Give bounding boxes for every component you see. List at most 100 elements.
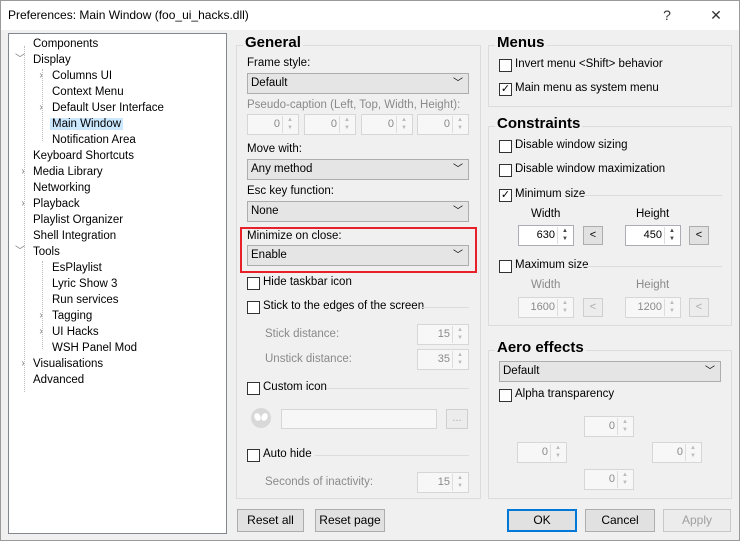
expand-icon[interactable]: › bbox=[36, 308, 46, 324]
minimum-size-checkbox[interactable]: ✓ bbox=[499, 189, 512, 202]
tree-item-context-menu[interactable]: Context Menu bbox=[52, 84, 124, 100]
tree-item-wsh-panel-mod[interactable]: WSH Panel Mod bbox=[52, 340, 137, 356]
pick-max-height-button[interactable]: < bbox=[689, 298, 709, 317]
tree-item-columns-ui[interactable]: Columns UI bbox=[52, 68, 112, 84]
pick-max-width-button[interactable]: < bbox=[583, 298, 603, 317]
spin-arrows-icon: ▲ ▼ bbox=[557, 227, 572, 244]
hide-taskbar-label: Hide taskbar icon bbox=[263, 276, 352, 288]
stick-distance-spinner[interactable]: 15 ▲ ▼ bbox=[417, 324, 469, 345]
max-width-spinner[interactable]: 1600 ▲ ▼ bbox=[518, 297, 574, 318]
spin-arrows-icon: ▲ ▼ bbox=[339, 116, 354, 133]
close-button[interactable]: ✕ bbox=[696, 3, 736, 27]
constraints-heading: Constraints bbox=[495, 115, 583, 132]
minimize-on-close-label: Minimize on close: bbox=[247, 230, 342, 242]
tree-item-display[interactable]: Display bbox=[33, 52, 71, 68]
chevron-down-icon: ﹀ bbox=[453, 164, 463, 175]
spin-arrows-icon: ▲ ▼ bbox=[617, 471, 632, 488]
expand-icon[interactable]: › bbox=[18, 164, 28, 180]
window-title: Preferences: Main Window (foo_ui_hacks.d… bbox=[8, 8, 249, 22]
cancel-button[interactable]: Cancel bbox=[585, 509, 655, 532]
custom-icon-path-field[interactable] bbox=[281, 409, 437, 429]
pseudo-left-spinner[interactable]: 0 ▲ ▼ bbox=[247, 114, 299, 135]
auto-hide-checkbox[interactable] bbox=[247, 449, 260, 462]
tree-item-lyric-show-3[interactable]: Lyric Show 3 bbox=[52, 276, 117, 292]
max-height-label: Height bbox=[636, 279, 670, 291]
spin-arrows-icon: ▲ ▼ bbox=[452, 474, 467, 491]
hide-taskbar-checkbox[interactable] bbox=[247, 277, 260, 290]
browse-icon-button[interactable]: ... bbox=[446, 409, 468, 429]
tree-item-media-library[interactable]: Media Library bbox=[33, 164, 103, 180]
pseudo-height-spinner[interactable]: 0 ▲ ▼ bbox=[417, 114, 469, 135]
tree-item-keyboard-shortcuts[interactable]: Keyboard Shortcuts bbox=[33, 148, 134, 164]
invert-menu-checkbox[interactable] bbox=[499, 59, 512, 72]
tree-item-playlist-organizer[interactable]: Playlist Organizer bbox=[33, 212, 123, 228]
min-width-spinner[interactable]: 630 ▲ ▼ bbox=[518, 225, 574, 246]
help-button[interactable]: ? bbox=[647, 3, 687, 27]
tree-item-run-services[interactable]: Run services bbox=[52, 292, 118, 308]
tree-item-shell-integration[interactable]: Shell Integration bbox=[33, 228, 116, 244]
spin-arrows-icon: ▲ ▼ bbox=[664, 227, 679, 244]
minimize-on-close-dropdown[interactable]: Enable ﹀ bbox=[247, 245, 469, 266]
aero-bottom-spinner[interactable]: 0 ▲ ▼ bbox=[584, 469, 634, 490]
min-height-spinner[interactable]: 450 ▲ ▼ bbox=[625, 225, 681, 246]
tree-item-notification-area[interactable]: Notification Area bbox=[52, 132, 136, 148]
aero-right-spinner[interactable]: 0 ▲ ▼ bbox=[652, 442, 702, 463]
custom-icon-checkbox[interactable] bbox=[247, 382, 260, 395]
tree-item-networking[interactable]: Networking bbox=[33, 180, 91, 196]
collapse-icon[interactable]: ﹀ bbox=[15, 244, 25, 260]
aero-mode-dropdown[interactable]: Default ﹀ bbox=[499, 361, 721, 382]
spin-arrows-icon: ▲ ▼ bbox=[452, 326, 467, 343]
move-with-dropdown[interactable]: Any method ﹀ bbox=[247, 159, 469, 180]
seconds-inactivity-spinner[interactable]: 15 ▲ ▼ bbox=[417, 472, 469, 493]
expand-icon[interactable]: › bbox=[36, 68, 46, 84]
preferences-tree[interactable]: Components ﹀ Display › Columns UI Contex… bbox=[8, 33, 227, 534]
tree-item-advanced[interactable]: Advanced bbox=[33, 372, 84, 388]
general-heading: General bbox=[243, 34, 303, 51]
min-height-label: Height bbox=[636, 208, 670, 220]
apply-button[interactable]: Apply bbox=[663, 509, 731, 532]
ok-button[interactable]: OK bbox=[507, 509, 577, 532]
tree-item-default-user-interface[interactable]: Default User Interface bbox=[52, 100, 164, 116]
spin-arrows-icon: ▲ ▼ bbox=[396, 116, 411, 133]
chevron-down-icon: ﹀ bbox=[453, 78, 463, 89]
system-menu-checkbox[interactable]: ✓ bbox=[499, 83, 512, 96]
collapse-icon[interactable]: ﹀ bbox=[15, 52, 25, 68]
min-width-label: Width bbox=[531, 208, 561, 220]
pick-min-width-button[interactable]: < bbox=[583, 226, 603, 245]
spin-arrows-icon: ▲ ▼ bbox=[452, 116, 467, 133]
reset-page-button[interactable]: Reset page bbox=[315, 509, 385, 532]
pseudo-width-spinner[interactable]: 0 ▲ ▼ bbox=[361, 114, 413, 135]
aero-left-spinner[interactable]: 0 ▲ ▼ bbox=[517, 442, 567, 463]
auto-hide-label: Auto hide bbox=[263, 448, 312, 460]
maximum-size-checkbox[interactable] bbox=[499, 260, 512, 273]
tree-item-components[interactable]: Components bbox=[33, 36, 98, 52]
title-bar: Preferences: Main Window (foo_ui_hacks.d… bbox=[1, 1, 739, 30]
reset-all-button[interactable]: Reset all bbox=[237, 509, 304, 532]
pseudo-top-spinner[interactable]: 0 ▲ ▼ bbox=[304, 114, 356, 135]
aero-top-spinner[interactable]: 0 ▲ ▼ bbox=[584, 416, 634, 437]
tree-item-tools[interactable]: Tools bbox=[33, 244, 60, 260]
tree-item-playback[interactable]: Playback bbox=[33, 196, 80, 212]
tree-item-tagging[interactable]: Tagging bbox=[52, 308, 92, 324]
disable-sizing-checkbox[interactable] bbox=[499, 140, 512, 153]
pick-min-height-button[interactable]: < bbox=[689, 226, 709, 245]
disable-maximization-checkbox[interactable] bbox=[499, 164, 512, 177]
aero-heading: Aero effects bbox=[495, 339, 586, 356]
alpha-transparency-checkbox[interactable] bbox=[499, 389, 512, 402]
tree-item-esplaylist[interactable]: EsPlaylist bbox=[52, 260, 102, 276]
stick-edges-checkbox[interactable] bbox=[247, 301, 260, 314]
tree-item-visualisations[interactable]: Visualisations bbox=[33, 356, 103, 372]
frame-style-dropdown[interactable]: Default ﹀ bbox=[247, 73, 469, 94]
expand-icon[interactable]: › bbox=[18, 356, 28, 372]
menus-group bbox=[488, 45, 732, 107]
expand-icon[interactable]: › bbox=[18, 196, 28, 212]
unstick-distance-spinner[interactable]: 35 ▲ ▼ bbox=[417, 349, 469, 370]
expand-icon[interactable]: › bbox=[36, 324, 46, 340]
preferences-window: Preferences: Main Window (foo_ui_hacks.d… bbox=[0, 0, 740, 541]
tree-item-ui-hacks[interactable]: UI Hacks bbox=[52, 324, 99, 340]
max-height-spinner[interactable]: 1200 ▲ ▼ bbox=[625, 297, 681, 318]
expand-icon[interactable]: › bbox=[36, 100, 46, 116]
esc-key-dropdown[interactable]: None ﹀ bbox=[247, 201, 469, 222]
invert-menu-label: Invert menu <Shift> behavior bbox=[515, 58, 663, 70]
tree-item-main-window[interactable]: Main Window bbox=[50, 116, 124, 132]
